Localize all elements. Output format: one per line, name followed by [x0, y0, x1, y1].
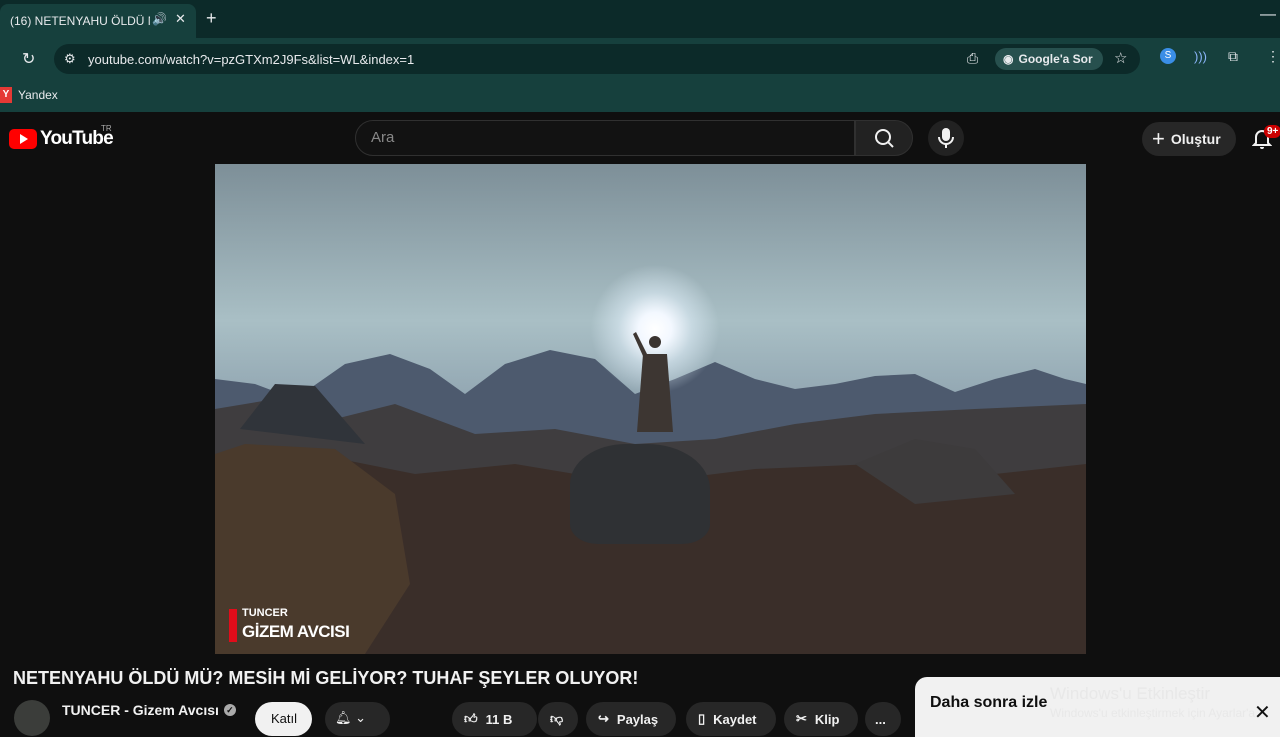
dislike-button[interactable]: 👎︎ — [538, 702, 578, 736]
watermark-large: GİZEM AVCISI — [242, 622, 350, 641]
share-button[interactable]: ↪ Paylaş — [586, 702, 676, 736]
scissors-icon: ✂ — [796, 711, 807, 726]
save-label: Kaydet — [713, 711, 757, 727]
like-count: 11 B — [485, 711, 513, 727]
more-actions-button[interactable]: ... — [865, 702, 901, 736]
watermark-bar — [229, 609, 237, 642]
speaker-icon[interactable]: 🔊 — [152, 12, 167, 26]
bookmark-star-icon[interactable]: ☆ — [1114, 49, 1127, 67]
thumbs-up-icon: 👍︎ — [464, 711, 478, 726]
search-box — [355, 120, 855, 156]
youtube-header: YouTube TR + Oluştur — [0, 112, 1280, 164]
plus-icon: + — [1152, 126, 1165, 151]
bell-ring-icon: 🔔︎ — [335, 710, 352, 725]
new-tab-icon[interactable]: + — [206, 8, 217, 29]
activation-subtitle: Windows'u etkinleştirmek için Ayarlar'a — [1050, 706, 1256, 720]
minimize-window-icon[interactable]: — — [1260, 6, 1276, 24]
chevron-down-icon: ⌄ — [355, 710, 367, 725]
save-button[interactable]: ▯ Kaydet — [686, 702, 776, 736]
shazam-extension-icon[interactable]: S — [1160, 48, 1176, 64]
extensions-puzzle-icon[interactable]: ⧉ — [1228, 48, 1238, 65]
share-label: Paylaş — [616, 711, 659, 727]
search-button[interactable] — [855, 120, 913, 156]
clip-label: Klip — [814, 711, 840, 727]
ask-google-label: Google'a Sor — [1018, 52, 1093, 66]
bookmarks-bar: Y Yandex — [0, 80, 1280, 112]
share-icon: ↪ — [598, 711, 609, 726]
join-button[interactable]: Katıl — [255, 702, 312, 736]
youtube-play-icon — [9, 129, 37, 149]
activation-title: Windows'u Etkinleştir — [1050, 684, 1211, 703]
central-rock — [570, 444, 710, 544]
browser-toolbar: ↻ ⚙ youtube.com/watch?v=pzGTXm2J9Fs&list… — [0, 38, 1280, 80]
read-aloud-extension-icon[interactable]: ))) — [1194, 49, 1207, 64]
bookmark-yandex[interactable]: Y Yandex — [0, 87, 58, 103]
channel-name[interactable]: TUNCER - Gizem Avcısı ✓ — [62, 702, 236, 718]
clip-button[interactable]: ✂ Klip — [784, 702, 858, 736]
video-title: NETENYAHU ÖLDÜ MÜ? MESİH Mİ GELİYOR? TUH… — [13, 668, 639, 688]
site-settings-icon[interactable]: ⚙ — [64, 51, 76, 67]
search-icon — [875, 129, 894, 148]
yandex-icon: Y — [0, 87, 12, 103]
like-button[interactable]: 👍︎ 11 B — [452, 702, 537, 736]
tab-title: (16) NETENYAHU ÖLDÜ MÜ — [10, 14, 150, 28]
create-button[interactable]: + Oluştur — [1142, 122, 1236, 156]
bookmark-label: Yandex — [18, 88, 58, 102]
browser-tab-bar: (16) NETENYAHU ÖLDÜ MÜ 🔊 ✕ + — — [0, 0, 1280, 38]
url-text[interactable]: youtube.com/watch?v=pzGTXm2J9Fs&list=WL&… — [88, 52, 414, 67]
more-icon: ... — [875, 711, 886, 727]
subscription-bell-button[interactable]: 🔔︎ ⌄ — [325, 702, 390, 736]
bookmark-icon: ▯ — [698, 711, 706, 726]
reload-icon[interactable]: ↻ — [22, 49, 35, 69]
thumbs-down-icon: 👎︎ — [550, 711, 564, 726]
windows-activation-watermark: Windows'u Etkinleştir Windows'u etkinleş… — [1050, 684, 1255, 720]
watch-later-label: Daha sonra izle — [930, 694, 1048, 711]
address-bar[interactable]: ⚙ youtube.com/watch?v=pzGTXm2J9Fs&list=W… — [54, 44, 1140, 74]
microphone-icon — [938, 128, 954, 148]
create-label: Oluştur — [1170, 131, 1221, 147]
search-input[interactable] — [371, 129, 831, 146]
youtube-logo[interactable]: YouTube TR — [9, 124, 114, 150]
close-popup-icon[interactable]: ✕ — [1254, 700, 1271, 725]
watermark-small: TUNCER — [242, 607, 288, 619]
voice-search-button[interactable] — [928, 120, 964, 156]
verified-icon: ✓ — [223, 704, 236, 716]
channel-name-text: TUNCER - Gizem Avcısı — [62, 702, 219, 718]
video-player[interactable]: TUNCER GİZEM AVCISI — [215, 164, 1086, 654]
robed-figure — [633, 332, 673, 432]
region-code: TR — [101, 124, 112, 133]
lens-icon: ◉ — [1003, 52, 1014, 66]
notification-badge: 9+ — [1264, 125, 1280, 138]
ask-google-button[interactable]: ◉ Google'a Sor — [995, 48, 1103, 70]
channel-avatar[interactable] — [14, 700, 50, 736]
browser-menu-icon[interactable]: ⋮ — [1266, 48, 1280, 65]
browser-tab[interactable]: (16) NETENYAHU ÖLDÜ MÜ 🔊 ✕ — [0, 4, 196, 38]
close-tab-icon[interactable]: ✕ — [175, 11, 186, 27]
install-app-icon[interactable]: ⎙ — [967, 50, 978, 67]
